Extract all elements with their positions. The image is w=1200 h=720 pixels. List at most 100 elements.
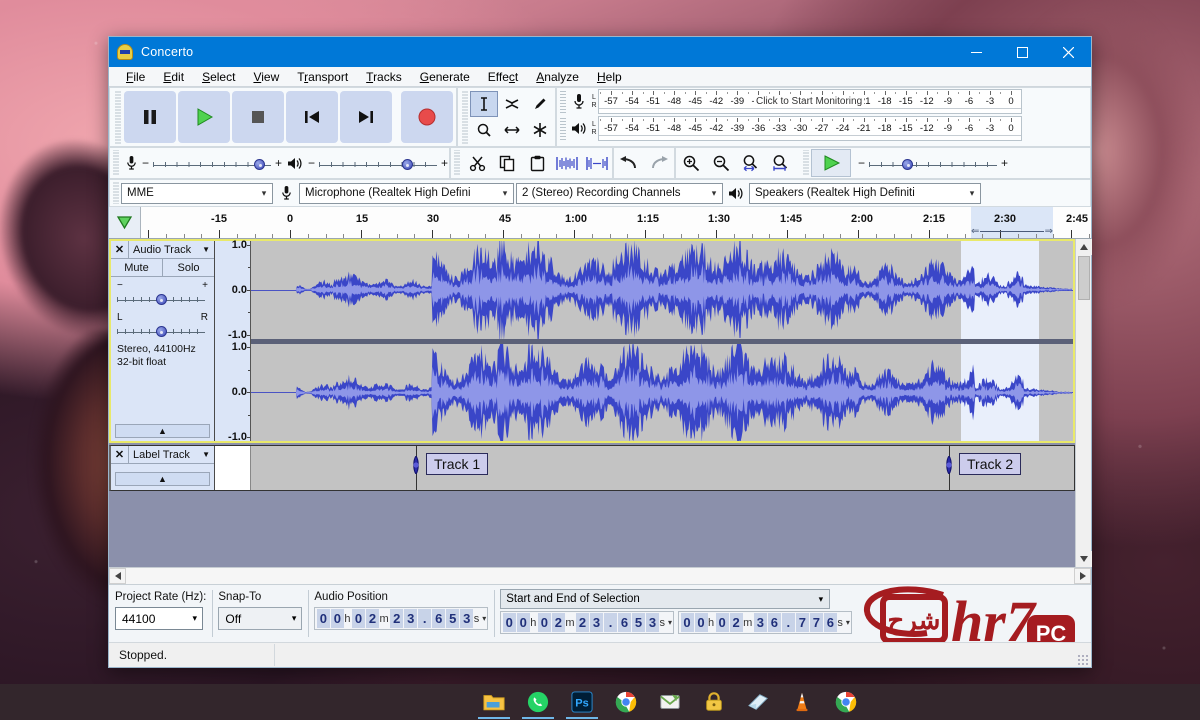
- menu-tracks[interactable]: Tracks: [357, 67, 411, 87]
- horizontal-scrollbar-track[interactable]: [126, 568, 1074, 584]
- recording-meter[interactable]: -57-54-51-48-45-42-39-36-33-30-27-24-21-…: [598, 89, 1022, 114]
- trim-audio-button[interactable]: [552, 149, 582, 177]
- close-button[interactable]: [1045, 37, 1091, 67]
- selection-end-field[interactable]: 00h 02m 36.776s ▾: [678, 611, 852, 634]
- pan-slider[interactable]: L R: [111, 305, 214, 337]
- slider-thumb[interactable]: [401, 159, 413, 170]
- undo-button[interactable]: [614, 149, 644, 177]
- taskbar-photoshop[interactable]: Ps: [560, 684, 604, 720]
- taskbar-whatsapp[interactable]: [516, 684, 560, 720]
- fit-selection-button[interactable]: [736, 149, 766, 177]
- chevron-down-icon[interactable]: ▾: [846, 618, 850, 627]
- pause-button[interactable]: [124, 91, 176, 143]
- zoom-tool[interactable]: [470, 117, 498, 143]
- toolbar-grip[interactable]: [453, 150, 461, 176]
- taskbar-notepad[interactable]: [736, 684, 780, 720]
- taskbar-chrome[interactable]: [604, 684, 648, 720]
- minimize-button[interactable]: [953, 37, 999, 67]
- time-shift-tool[interactable]: [498, 117, 526, 143]
- taskbar-file-explorer[interactable]: [472, 684, 516, 720]
- waveform-channel-right[interactable]: [251, 343, 1073, 441]
- slider-thumb[interactable]: [155, 326, 167, 337]
- menu-view[interactable]: View: [244, 67, 288, 87]
- toolbar-grip[interactable]: [559, 117, 567, 140]
- menu-effect[interactable]: Effect: [479, 67, 527, 87]
- chevron-down-icon[interactable]: ▾: [482, 614, 486, 623]
- slider-thumb[interactable]: [155, 294, 167, 305]
- skip-to-start-button[interactable]: [286, 91, 338, 143]
- selection-mode-select[interactable]: Start and End of Selection ▾: [500, 589, 831, 609]
- menu-transport[interactable]: Transport: [288, 67, 357, 87]
- zoom-out-button[interactable]: [706, 149, 736, 177]
- chevron-down-icon[interactable]: ▾: [668, 618, 672, 627]
- taskbar-chrome-2[interactable]: [824, 684, 868, 720]
- pinned-play-head-button[interactable]: [109, 207, 141, 238]
- multi-tool[interactable]: [526, 117, 554, 143]
- toolbar-grip[interactable]: [461, 90, 469, 144]
- redo-button[interactable]: [644, 149, 674, 177]
- playback-volume-slider[interactable]: − +: [307, 156, 449, 170]
- play-button[interactable]: [178, 91, 230, 143]
- menu-file[interactable]: File: [117, 67, 154, 87]
- vertical-scrollbar[interactable]: [1075, 239, 1092, 567]
- menu-analyze[interactable]: Analyze: [527, 67, 588, 87]
- vertical-ruler[interactable]: 1.0 0.0 -1.0 1.0 0.0 -1.0: [215, 239, 251, 443]
- stop-button[interactable]: [232, 91, 284, 143]
- taskbar-keepass[interactable]: [692, 684, 736, 720]
- resize-grip[interactable]: [1077, 654, 1089, 666]
- play-speed-slider[interactable]: − +: [857, 156, 1009, 170]
- snap-to-select[interactable]: Off ▾: [218, 607, 303, 630]
- waveform-display[interactable]: [251, 241, 1073, 441]
- recording-meter-toolbar[interactable]: L R -57-54-51-48-45-42-39-36-33-30-27-24…: [557, 88, 1090, 115]
- horizontal-scrollbar[interactable]: [109, 567, 1091, 584]
- solo-button[interactable]: Solo: [163, 259, 214, 276]
- copy-button[interactable]: [492, 149, 522, 177]
- label-handle-icon[interactable]: [942, 455, 956, 475]
- silence-audio-button[interactable]: [582, 149, 612, 177]
- menu-help[interactable]: Help: [588, 67, 631, 87]
- project-rate-select[interactable]: 44100 ▾: [115, 607, 203, 630]
- cut-button[interactable]: [462, 149, 492, 177]
- toolbar-grip[interactable]: [112, 150, 120, 176]
- collapse-up-icon[interactable]: ▲: [115, 424, 210, 438]
- close-x-icon[interactable]: ✕: [111, 446, 129, 463]
- zoom-in-button[interactable]: [676, 149, 706, 177]
- taskbar-vlc[interactable]: [780, 684, 824, 720]
- track-label[interactable]: Track 1: [426, 453, 489, 475]
- maximize-button[interactable]: [999, 37, 1045, 67]
- toolbar-grip[interactable]: [114, 90, 122, 144]
- toolbar-grip[interactable]: [112, 182, 120, 204]
- audio-host-select[interactable]: MME ▾: [121, 182, 273, 204]
- collapse-up-icon[interactable]: ▲: [115, 472, 210, 486]
- draw-tool[interactable]: [526, 91, 554, 117]
- taskbar-mail[interactable]: [648, 684, 692, 720]
- scroll-down-button[interactable]: [1075, 551, 1092, 567]
- menu-generate[interactable]: Generate: [411, 67, 479, 87]
- recording-device-select[interactable]: Microphone (Realtek High Defini ▾: [299, 182, 514, 204]
- selection-tool[interactable]: [470, 91, 498, 117]
- close-x-icon[interactable]: ✕: [111, 241, 129, 258]
- playback-meter-toolbar[interactable]: L R -57 -54 -51 -48 -45 -42 -39 -36 -33 -30 -27 -24…: [557, 115, 1090, 142]
- skip-to-end-button[interactable]: [340, 91, 392, 143]
- record-button[interactable]: [401, 91, 453, 143]
- scroll-left-button[interactable]: [109, 568, 126, 584]
- toolbar-grip[interactable]: [802, 150, 810, 176]
- timeline-ruler[interactable]: -15 0 15 30 45 1:00 1:15 1:30 1:45 2:00 2:15 2:30 2:…: [141, 207, 1091, 238]
- fit-project-button[interactable]: [766, 149, 796, 177]
- vertical-scrollbar-thumb[interactable]: [1077, 256, 1090, 300]
- paste-button[interactable]: [522, 149, 552, 177]
- quick-play-selection-handle[interactable]: ⇐ ⇒: [971, 226, 1053, 237]
- waveform-channel-left[interactable]: [251, 241, 1073, 339]
- toolbar-grip[interactable]: [559, 90, 567, 113]
- slider-thumb[interactable]: [254, 159, 266, 170]
- scroll-up-button[interactable]: [1075, 239, 1092, 255]
- scroll-right-button[interactable]: [1074, 568, 1091, 584]
- menu-select[interactable]: Select: [193, 67, 244, 87]
- slider-thumb[interactable]: [902, 159, 914, 170]
- envelope-tool[interactable]: [498, 91, 526, 117]
- mute-button[interactable]: Mute: [111, 259, 163, 276]
- gain-slider[interactable]: − +: [111, 277, 214, 305]
- play-at-speed-button[interactable]: [811, 149, 851, 177]
- label-track-body[interactable]: Track 1 Track 2: [251, 446, 1074, 490]
- track-label[interactable]: Track 2: [959, 453, 1022, 475]
